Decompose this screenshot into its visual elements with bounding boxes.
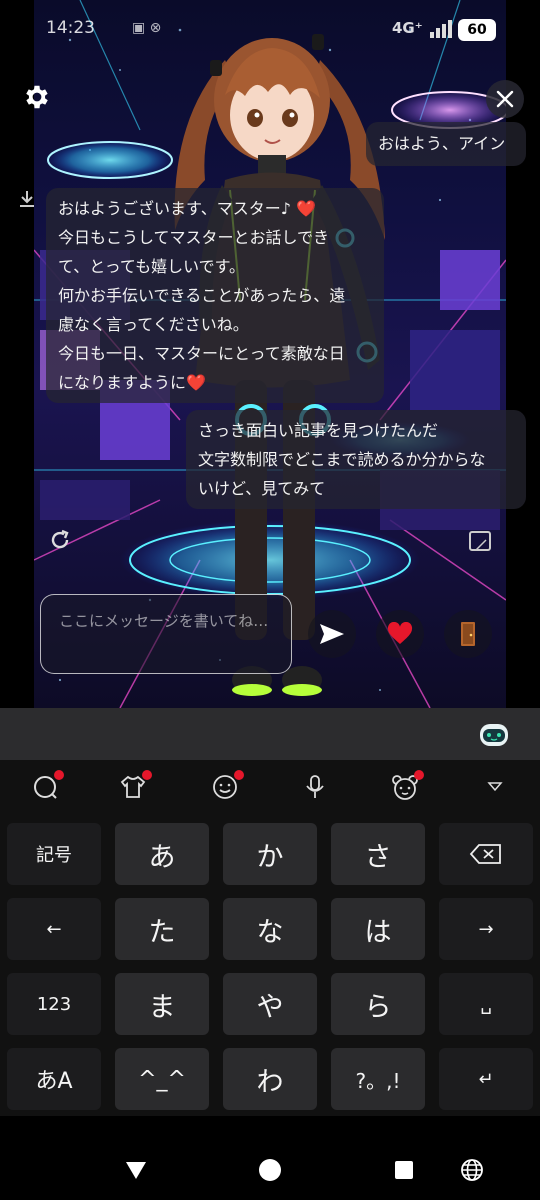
key-ha[interactable]: は [331, 898, 425, 960]
screen-icon [469, 531, 491, 551]
key-ta[interactable]: た [115, 898, 209, 960]
heart-button[interactable] [376, 610, 424, 658]
japanese-keyboard: 記号 あ か さ ← た な は → 123 ま や ら ␣ あA ^_^ わ … [0, 816, 540, 1116]
send-icon [320, 624, 344, 644]
voice-input-button[interactable] [300, 772, 330, 802]
recents-button[interactable] [390, 1156, 418, 1184]
key-na[interactable]: な [223, 898, 317, 960]
user-message-bubble: おはよう、アイン [366, 122, 526, 166]
notification-dot [414, 770, 424, 780]
message-line: さっき面白い記事を見つけたんだ [198, 421, 439, 440]
user-message-bubble: さっき面白い記事を見つけたんだ 文字数制限でどこまで読めるか分からな いけど、見… [186, 410, 526, 509]
message-input[interactable]: ここにメッセージを書いてね… [40, 594, 292, 674]
send-button[interactable] [308, 610, 356, 658]
key-kaomoji[interactable]: ^_^ [115, 1048, 209, 1110]
exit-button[interactable] [444, 610, 492, 658]
close-button[interactable] [486, 80, 524, 118]
message-line: て、とっても嬉しいです。 [58, 257, 246, 276]
keyboard-mascot-icon[interactable] [478, 720, 510, 748]
back-button[interactable] [122, 1156, 150, 1184]
message-line: になりますように❤️ [58, 373, 206, 392]
message-line: いけど、見てみて [198, 479, 326, 498]
theme-toolbar-button[interactable] [118, 770, 152, 802]
navigation-bar [0, 1116, 540, 1200]
microphone-icon [306, 775, 324, 798]
network-type: 4G⁺ [392, 19, 423, 37]
key-ya[interactable]: や [223, 973, 317, 1035]
message-text: おはよう、アイン [378, 134, 506, 153]
screen-toggle-button[interactable] [466, 528, 494, 554]
message-line: 文字数制限でどこまで読めるか分からな [198, 450, 486, 469]
back-triangle-icon [126, 1162, 146, 1179]
download-button[interactable] [16, 188, 38, 210]
language-button[interactable] [458, 1156, 486, 1184]
ai-message-bubble: おはようございます、マスター♪ ❤️ 今日もこうしてマスターとお話しでき て、と… [46, 188, 384, 403]
globe-icon [461, 1159, 483, 1181]
refresh-icon [51, 529, 69, 549]
status-time: 14:23 [46, 18, 95, 38]
collapse-keyboard-button[interactable] [480, 772, 510, 802]
download-icon [20, 191, 34, 207]
key-backspace[interactable] [439, 823, 533, 885]
gear-icon [26, 85, 48, 109]
shirt-icon [120, 775, 146, 798]
notification-dot [234, 770, 244, 780]
message-line: 今日もこうしてマスターとお話しでき [58, 228, 330, 247]
status-bar: 14:23 ▣ ⊗ 4G⁺ 60 [0, 0, 540, 60]
key-wa[interactable]: わ [223, 1048, 317, 1110]
key-a[interactable]: あ [115, 823, 209, 885]
signal-icon [430, 20, 452, 38]
key-enter[interactable]: ↵ [439, 1048, 533, 1110]
message-line: おはようございます、マスター♪ ❤️ [58, 199, 316, 218]
key-sa[interactable]: さ [331, 823, 425, 885]
keyboard-suggestion-bar [0, 708, 540, 760]
backspace-icon [469, 844, 501, 864]
message-line: 慮なく言ってくださいね。 [58, 315, 249, 334]
key-ma[interactable]: ま [115, 973, 209, 1035]
recents-square-icon [395, 1161, 413, 1179]
key-ra[interactable]: ら [331, 973, 425, 1035]
refresh-button[interactable] [46, 526, 74, 554]
message-line: 今日も一日、マスターにとって素敵な日 [58, 344, 345, 363]
close-icon [496, 90, 514, 108]
notification-dot [54, 770, 64, 780]
heart-icon [387, 622, 413, 644]
key-symbols[interactable]: 記号 [7, 823, 101, 885]
home-button[interactable] [256, 1156, 284, 1184]
message-line: 何かお手伝いできることがあったら、遠 [58, 286, 346, 305]
door-icon [461, 622, 475, 646]
keyboard-toolbar [0, 760, 540, 816]
sticker-toolbar-button[interactable] [390, 770, 424, 802]
settings-button[interactable] [20, 80, 54, 114]
key-numbers[interactable]: 123 [7, 973, 101, 1035]
key-ka[interactable]: か [223, 823, 317, 885]
home-circle-icon [259, 1159, 281, 1181]
notification-icons: ▣ ⊗ [132, 20, 162, 36]
key-cursor-right[interactable]: → [439, 898, 533, 960]
notification-dot [142, 770, 152, 780]
key-space[interactable]: ␣ [439, 973, 533, 1035]
key-input-mode[interactable]: あA [7, 1048, 101, 1110]
key-punctuation[interactable]: ?。,! [331, 1048, 425, 1110]
collapse-icon [487, 782, 503, 792]
chat-toolbar-button[interactable] [30, 770, 64, 802]
battery-level: 60 [458, 19, 496, 41]
emoji-toolbar-button[interactable] [210, 770, 244, 802]
key-cursor-left[interactable]: ← [7, 898, 101, 960]
